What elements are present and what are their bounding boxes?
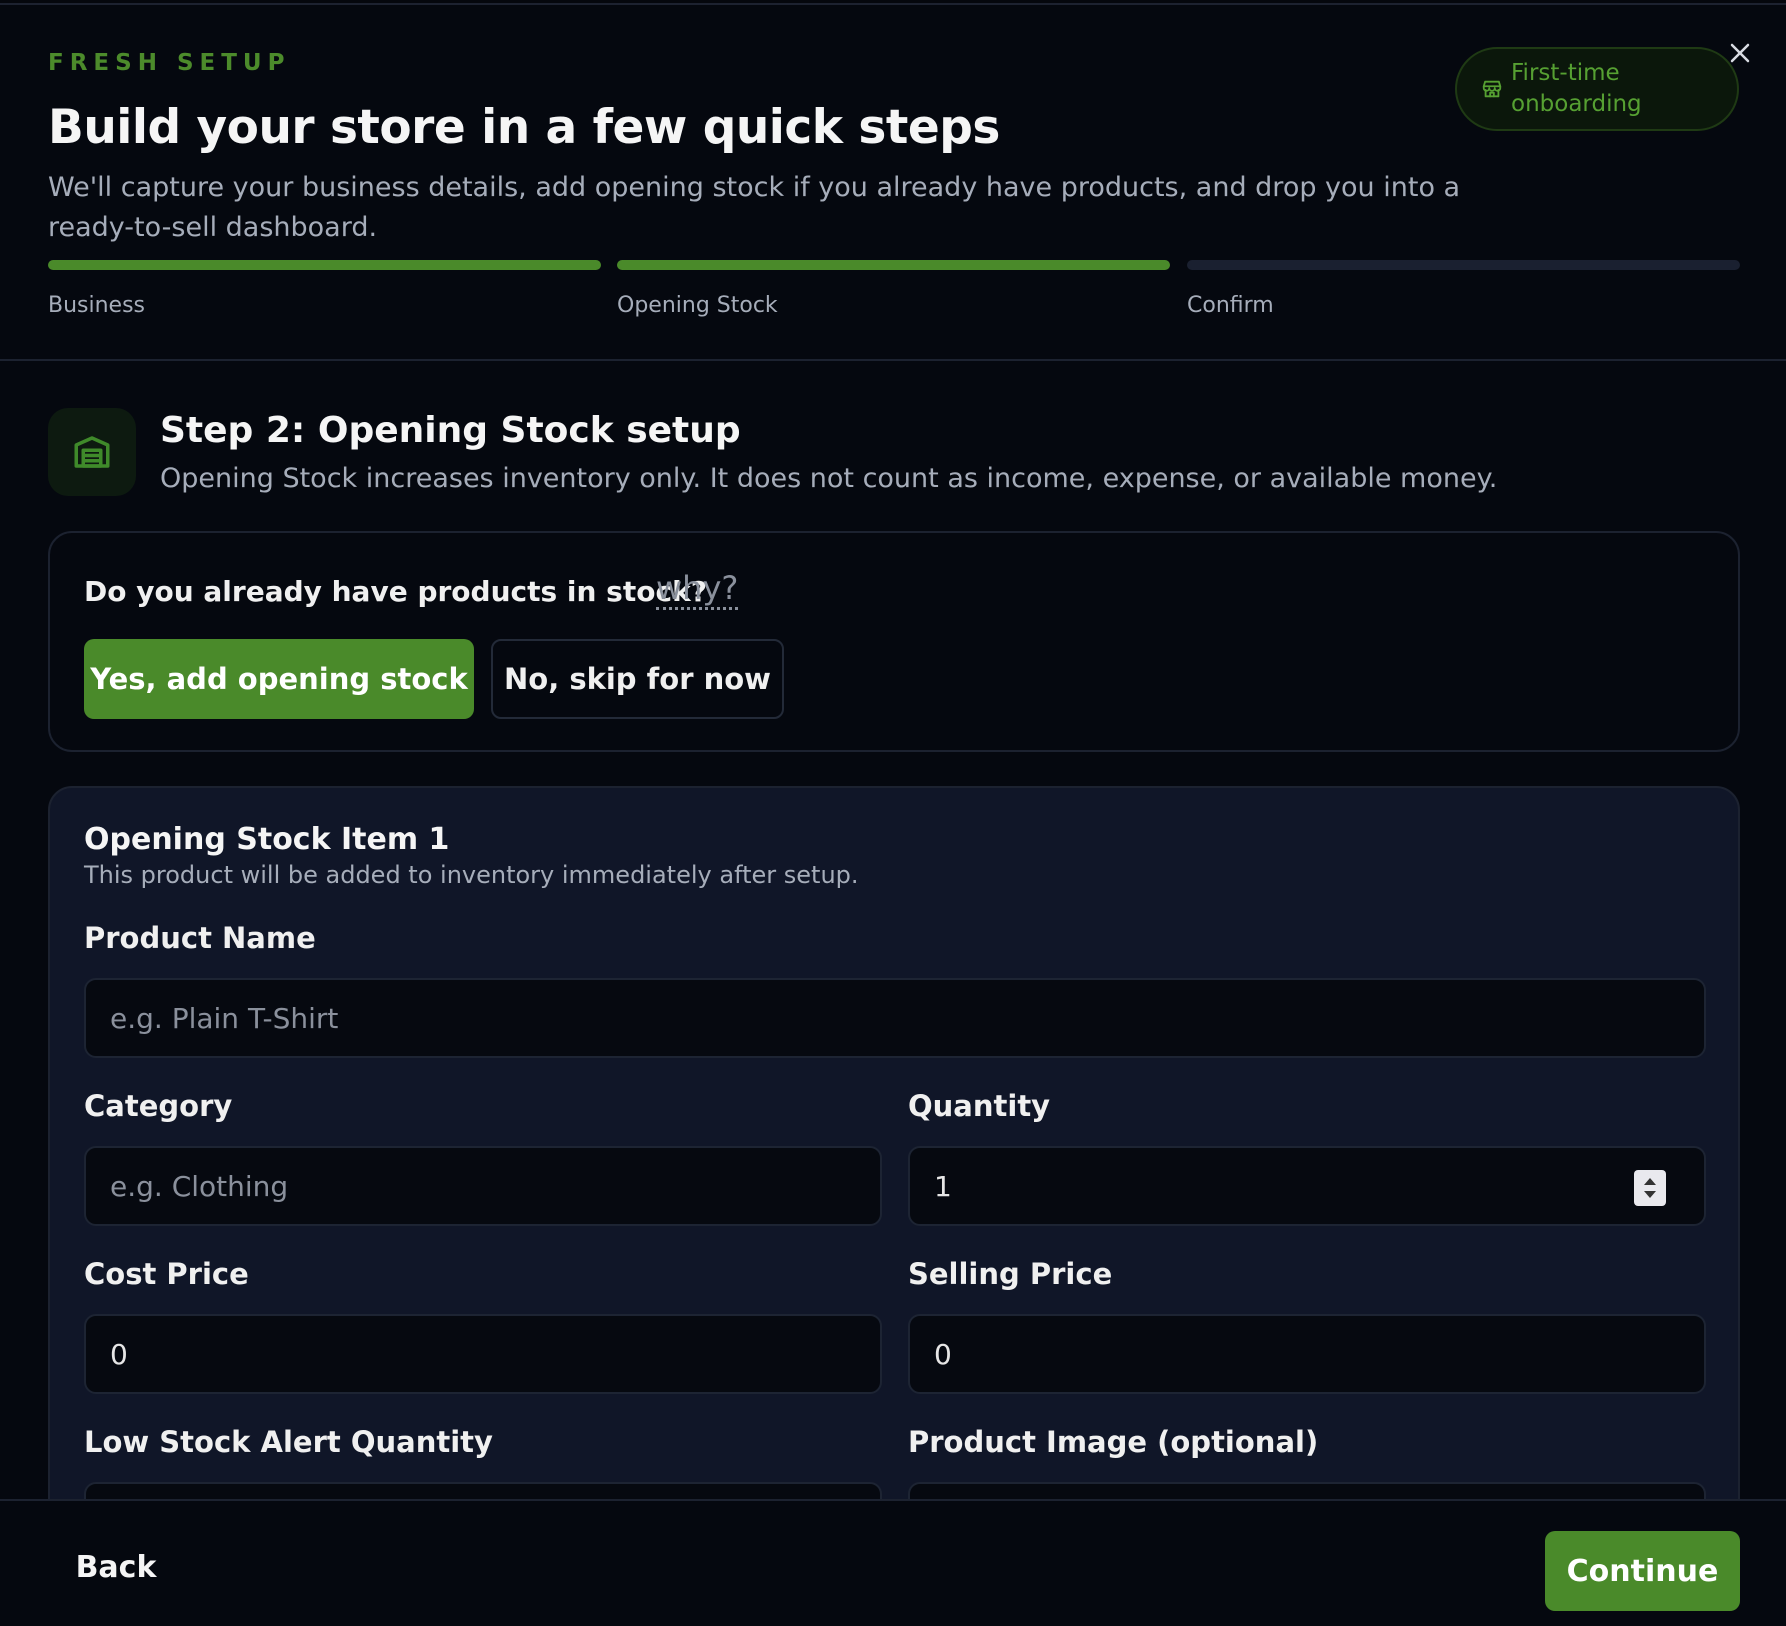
quantity-stepper[interactable] [1634, 1170, 1666, 1206]
category-input[interactable]: e.g. Clothing [84, 1146, 882, 1226]
close-icon[interactable] [1726, 39, 1754, 67]
setup-kicker: FRESH SETUP [48, 50, 291, 76]
page-subtitle: We'll capture your business details, add… [48, 172, 1461, 243]
quantity-value: 1 [934, 1169, 952, 1203]
product-name-label: Product Name [84, 921, 316, 955]
badge-label: First-time onboarding [1511, 60, 1642, 117]
yes-add-stock-button[interactable]: Yes, add opening stock [84, 639, 474, 719]
store-icon [1481, 78, 1503, 100]
modal-footer: Back Continue [0, 1499, 1786, 1626]
stock-question-card: Do you already have products in stock? w… [48, 531, 1740, 752]
onboarding-badge: First-time onboarding [1455, 47, 1739, 131]
selling-price-input[interactable]: 0 [908, 1314, 1706, 1394]
progress-label-opening-stock: Opening Stock [617, 293, 778, 318]
back-button[interactable]: Back [60, 1531, 172, 1603]
modal-header: FRESH SETUP Build your store in a few qu… [0, 5, 1786, 361]
product-image-label: Product Image (optional) [908, 1425, 1319, 1459]
cost-price-input[interactable]: 0 [84, 1314, 882, 1394]
progress-bar-confirm [1187, 260, 1740, 270]
step-title: Step 2: Opening Stock setup [160, 410, 741, 451]
stock-question: Do you already have products in stock? [84, 575, 707, 608]
progress-label-confirm: Confirm [1187, 293, 1274, 318]
quantity-label: Quantity [908, 1089, 1051, 1123]
cost-price-label: Cost Price [84, 1257, 249, 1291]
step-description: Opening Stock increases inventory only. … [160, 463, 1498, 494]
continue-button[interactable]: Continue [1545, 1531, 1740, 1611]
item-description: This product will be added to inventory … [84, 861, 859, 889]
opening-stock-item-card: Opening Stock Item 1 This product will b… [48, 786, 1740, 1562]
progress-bar-opening-stock [617, 260, 1170, 270]
page-title: Build your store in a few quick steps [48, 100, 1000, 155]
onboarding-modal: FRESH SETUP Build your store in a few qu… [0, 3, 1786, 1626]
why-link[interactable]: why? [656, 569, 739, 610]
selling-price-label: Selling Price [908, 1257, 1113, 1291]
product-name-input[interactable]: e.g. Plain T-Shirt [84, 978, 1706, 1058]
progress-label-business: Business [48, 293, 146, 318]
category-label: Category [84, 1089, 233, 1123]
warehouse-icon [48, 408, 136, 496]
low-stock-label: Low Stock Alert Quantity [84, 1425, 493, 1459]
quantity-input[interactable]: 1 [908, 1146, 1706, 1226]
skip-stock-button[interactable]: No, skip for now [491, 639, 784, 719]
progress-bar-business [48, 260, 601, 270]
item-title: Opening Stock Item 1 [84, 822, 450, 857]
